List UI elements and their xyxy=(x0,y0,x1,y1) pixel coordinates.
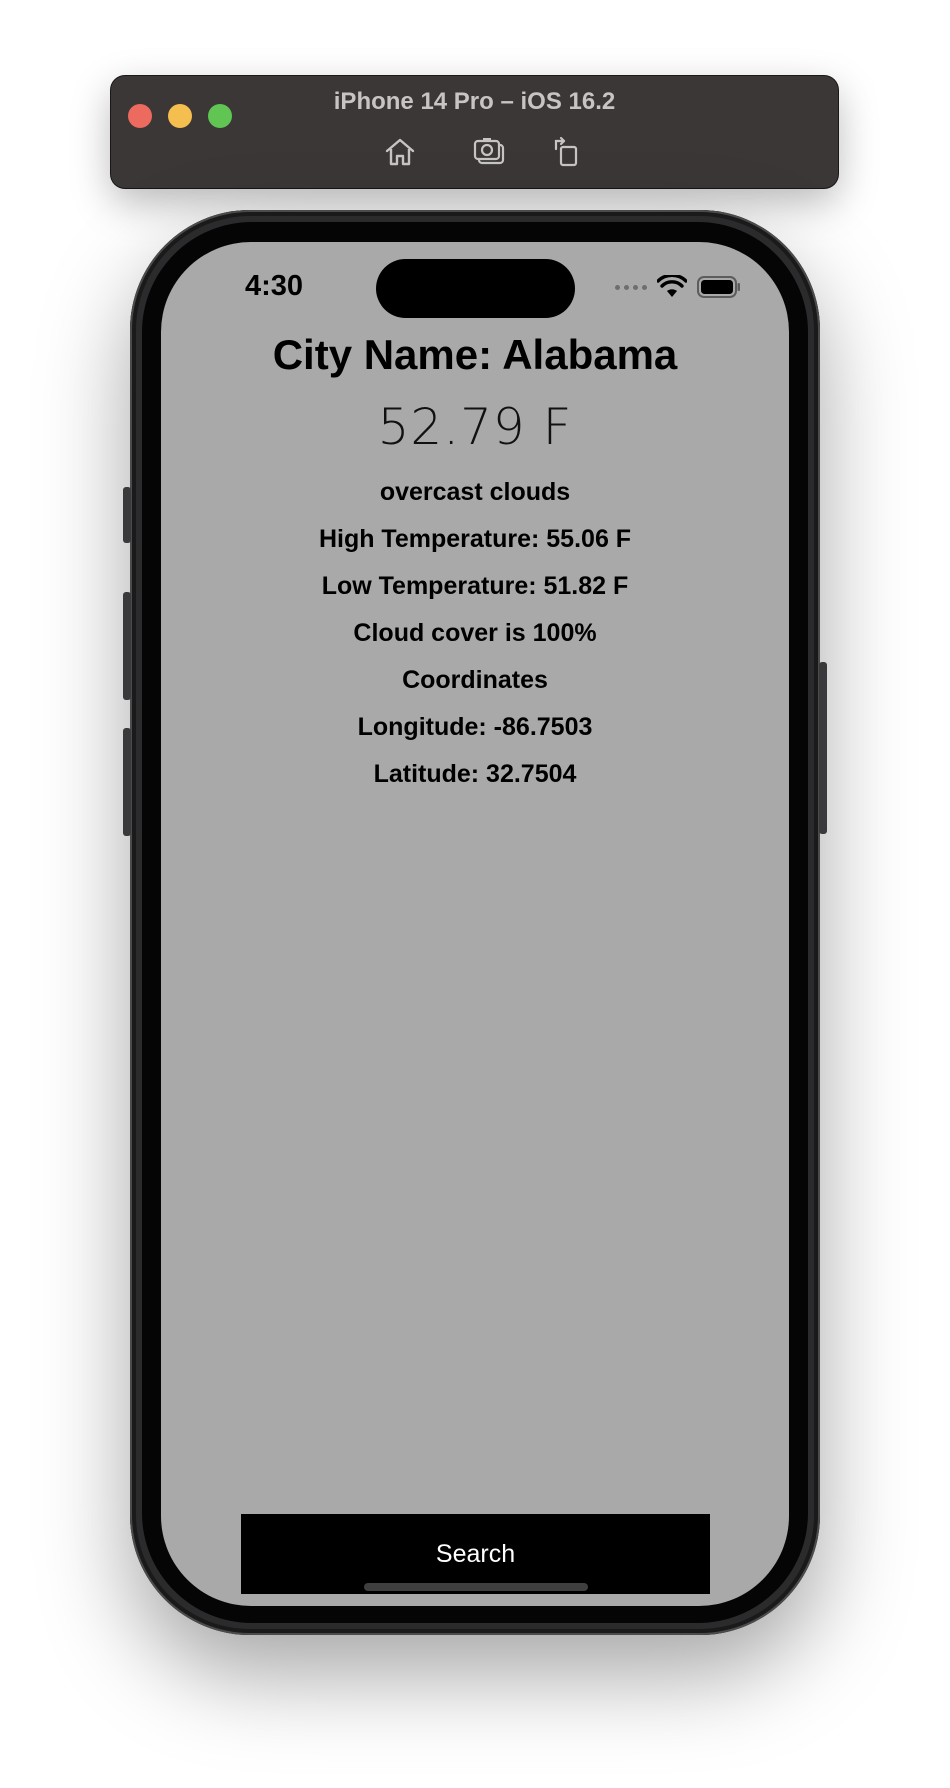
cellular-signal-icon xyxy=(615,284,647,290)
longitude-label: Longitude: -86.7503 xyxy=(357,713,593,741)
home-button[interactable] xyxy=(380,132,420,172)
rotate-icon xyxy=(554,136,578,167)
status-icons xyxy=(615,272,741,302)
phone-screen: 4:30 City Name: Alabama 52.79 F overcast… xyxy=(161,242,789,1606)
coordinates-heading: Coordinates xyxy=(402,666,548,694)
volume-up-button xyxy=(123,592,131,700)
weather-description-label: overcast clouds xyxy=(379,478,571,506)
city-name-label: City Name: Alabama xyxy=(272,331,678,378)
battery-icon xyxy=(697,276,740,298)
simulator-toolbar: iPhone 14 Pro – iOS 16.2 xyxy=(111,76,838,188)
search-button[interactable]: Search xyxy=(241,1514,710,1594)
status-time: 4:30 xyxy=(245,270,304,302)
dynamic-island xyxy=(376,259,575,318)
low-temperature-label: Low Temperature: 51.82 F xyxy=(321,572,629,600)
weather-details: City Name: Alabama 52.79 F overcast clou… xyxy=(161,327,789,798)
latitude-label: Latitude: 32.7504 xyxy=(373,760,577,788)
home-icon xyxy=(385,138,415,166)
high-temperature-label: High Temperature: 55.06 F xyxy=(318,525,632,553)
power-button xyxy=(819,662,827,834)
cloud-cover-label: Cloud cover is 100% xyxy=(353,619,597,647)
temperature-label: 52.79 F xyxy=(377,398,573,456)
home-indicator[interactable] xyxy=(364,1583,588,1591)
wifi-icon xyxy=(657,275,687,297)
screenshot-icon xyxy=(473,138,505,165)
action-button xyxy=(123,487,131,543)
screenshot-button[interactable] xyxy=(469,132,509,172)
simulator-title: iPhone 14 Pro – iOS 16.2 xyxy=(333,88,616,115)
volume-down-button xyxy=(123,728,131,836)
rotate-button[interactable] xyxy=(547,132,587,172)
